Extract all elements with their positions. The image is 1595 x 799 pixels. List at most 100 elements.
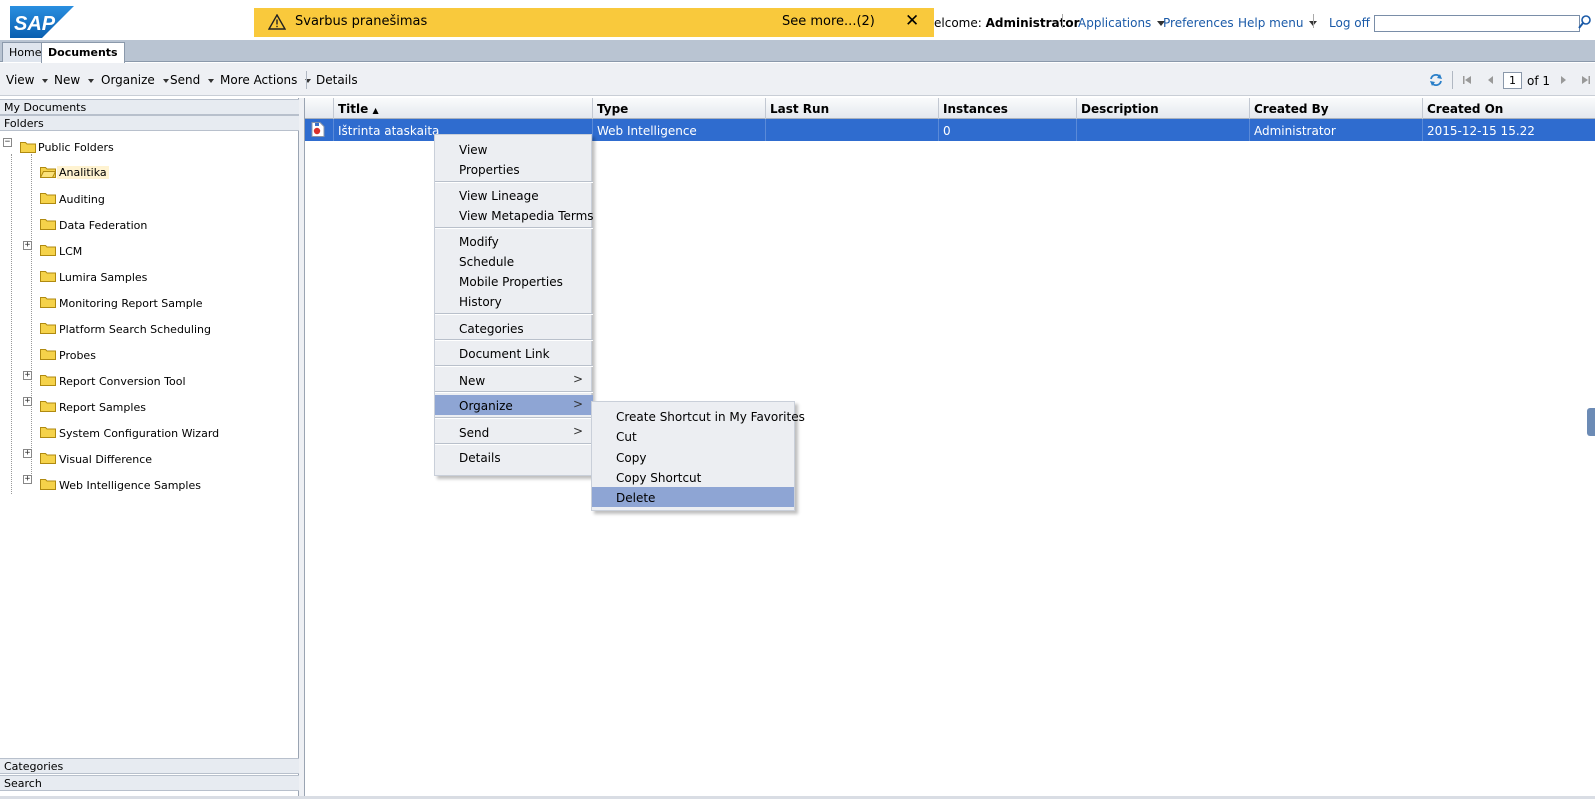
menu-item-schedule[interactable]: Schedule: [435, 251, 593, 271]
tree-item-probes[interactable]: Probes: [59, 349, 96, 362]
menu-item-send-label: Send: [459, 426, 490, 440]
applications-menu[interactable]: Applications: [1078, 16, 1166, 30]
view-menu-button[interactable]: View: [6, 73, 49, 87]
tree-item-web-intelligence-samples[interactable]: Web Intelligence Samples: [59, 479, 201, 492]
menu-separator: [435, 227, 593, 229]
menu-item-mobile-properties[interactable]: Mobile Properties: [435, 271, 593, 291]
toolbar-separator: [1452, 71, 1453, 89]
sap-logo-text: SAP: [14, 13, 56, 35]
column-header-instances[interactable]: Instances: [939, 98, 1077, 119]
column-header-type[interactable]: Type: [593, 98, 766, 119]
menu-item-categories[interactable]: Categories: [435, 318, 593, 338]
header-separator: [1313, 14, 1314, 28]
document-type-cell: [305, 119, 334, 141]
cell-created-by: Administrator: [1250, 119, 1423, 141]
close-icon[interactable]: ✕: [905, 11, 919, 31]
folder-icon: [40, 479, 56, 490]
menu-item-view-lineage[interactable]: View Lineage: [435, 185, 593, 205]
tree-item-system-configuration-wizard[interactable]: System Configuration Wizard: [59, 427, 219, 440]
first-page-icon[interactable]: [1461, 74, 1473, 86]
context-menu: View Properties View Lineage View Metape…: [434, 134, 594, 476]
tree-line: [11, 154, 12, 494]
folders-header[interactable]: Folders: [0, 115, 299, 131]
menu-item-organize[interactable]: Organize >: [435, 395, 593, 415]
expand-icon[interactable]: +: [23, 449, 32, 458]
expand-icon[interactable]: +: [23, 371, 32, 380]
tab-documents[interactable]: Documents: [41, 42, 125, 63]
folder-icon: [40, 401, 56, 412]
tree-item-lumira-samples[interactable]: Lumira Samples: [59, 271, 147, 284]
column-header-description[interactable]: Description: [1077, 98, 1250, 119]
expand-icon[interactable]: +: [23, 241, 32, 250]
header-separator: [1062, 14, 1063, 28]
column-header-title[interactable]: Title ▲: [334, 98, 593, 119]
my-documents-header[interactable]: My Documents: [0, 99, 299, 115]
menu-item-document-link[interactable]: Document Link: [435, 343, 593, 363]
send-menu-button[interactable]: Send: [170, 73, 215, 87]
column-header-created-on[interactable]: Created On: [1423, 98, 1595, 119]
menu-separator: [435, 365, 593, 367]
tree-item-auditing[interactable]: Auditing: [59, 193, 105, 206]
cell-instances: 0: [939, 119, 1077, 141]
new-menu-button[interactable]: New: [54, 73, 95, 87]
menu-item-view-metapedia-terms[interactable]: View Metapedia Terms: [435, 205, 594, 225]
last-page-icon[interactable]: [1580, 74, 1592, 86]
details-button[interactable]: Details: [316, 73, 358, 87]
submenu-item-cut[interactable]: Cut: [592, 426, 794, 446]
chevron-down-icon: [88, 78, 95, 83]
tree-item-visual-difference[interactable]: Visual Difference: [59, 453, 152, 466]
menu-item-view[interactable]: View: [435, 139, 593, 159]
chevron-down-icon: [162, 78, 169, 83]
tree-item-platform-search-scheduling[interactable]: Platform Search Scheduling: [59, 323, 211, 336]
previous-page-icon[interactable]: [1485, 74, 1497, 86]
folder-icon: [40, 245, 56, 256]
page-number-input[interactable]: 1: [1503, 72, 1522, 89]
search-header[interactable]: Search: [0, 775, 299, 791]
organize-menu-button[interactable]: Organize: [101, 73, 169, 87]
menu-item-new[interactable]: New >: [435, 370, 593, 390]
help-menu[interactable]: Help menu: [1238, 16, 1318, 30]
folder-icon: [40, 453, 56, 464]
submenu-item-create-shortcut-in-favorites[interactable]: Create Shortcut in My Favorites: [592, 406, 805, 426]
submenu-item-copy[interactable]: Copy: [592, 447, 794, 467]
menu-item-properties[interactable]: Properties: [435, 159, 593, 179]
see-more-link[interactable]: See more...(2): [782, 14, 875, 29]
search-icon[interactable]: [1578, 14, 1592, 30]
organize-submenu: Create Shortcut in My Favorites Cut Copy…: [591, 401, 805, 511]
tree-line: [31, 154, 32, 484]
menu-item-history[interactable]: History: [435, 291, 593, 311]
menu-item-details[interactable]: Details: [435, 447, 593, 467]
column-header-last-run[interactable]: Last Run: [766, 98, 939, 119]
new-label: New: [54, 73, 81, 87]
more-actions-menu-button[interactable]: More Actions: [220, 73, 312, 87]
chevron-right-icon: >: [572, 397, 583, 411]
submenu-item-delete[interactable]: Delete: [592, 487, 794, 507]
side-panel-toggle[interactable]: [1587, 408, 1595, 436]
tree-item-lcm[interactable]: LCM: [59, 245, 82, 258]
logoff-link[interactable]: Log off: [1329, 16, 1370, 30]
menu-item-modify[interactable]: Modify: [435, 231, 593, 251]
search-input[interactable]: [1374, 15, 1580, 32]
preferences-link[interactable]: Preferences: [1163, 16, 1234, 30]
submenu-item-copy-shortcut[interactable]: Copy Shortcut: [592, 467, 794, 487]
categories-header[interactable]: Categories: [0, 758, 299, 774]
grid-header: Title ▲ Type Last Run Instances Descript…: [305, 98, 1595, 119]
refresh-icon[interactable]: [1428, 72, 1444, 88]
collapse-icon[interactable]: −: [3, 138, 12, 147]
tree-item-analitika[interactable]: Analitika: [57, 166, 109, 179]
organize-label: Organize: [101, 73, 155, 87]
column-header-created-by[interactable]: Created By: [1250, 98, 1423, 119]
expand-icon[interactable]: +: [23, 397, 32, 406]
menu-item-send[interactable]: Send >: [435, 422, 593, 442]
sap-logo[interactable]: SAP: [10, 6, 74, 38]
tree-item-report-samples[interactable]: Report Samples: [59, 401, 146, 414]
tree-item-data-federation[interactable]: Data Federation: [59, 219, 147, 232]
chevron-down-icon: [42, 78, 49, 83]
tree-item-report-conversion-tool[interactable]: Report Conversion Tool: [59, 375, 186, 388]
menu-item-organize-label: Organize: [459, 399, 513, 413]
expand-icon[interactable]: +: [23, 475, 32, 484]
cell-last-run: [766, 119, 939, 141]
next-page-icon[interactable]: [1557, 74, 1569, 86]
tree-item-monitoring-report-sample[interactable]: Monitoring Report Sample: [59, 297, 203, 310]
tree-item-public-folders[interactable]: Public Folders: [38, 141, 114, 154]
